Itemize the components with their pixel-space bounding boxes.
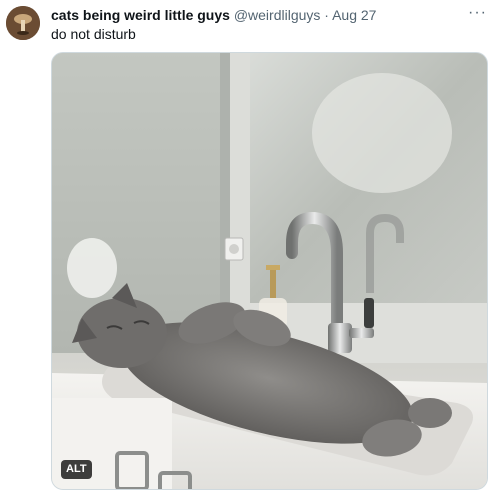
tweet[interactable]: cats being weird little guys @weirdlilgu…	[0, 0, 501, 500]
display-name[interactable]: cats being weird little guys	[51, 7, 230, 23]
more-options-icon[interactable]: ···	[468, 4, 487, 22]
avatar-image	[6, 6, 40, 40]
alt-text-badge[interactable]: ALT	[61, 460, 92, 479]
tweet-header: cats being weird little guys @weirdlilgu…	[51, 7, 461, 24]
separator-dot: ·	[324, 7, 329, 23]
cat-in-sink-photo	[52, 53, 487, 489]
user-handle[interactable]: @weirdlilguys	[234, 7, 321, 23]
avatar[interactable]	[6, 6, 40, 40]
tweet-text: do not disturb	[51, 26, 136, 42]
tweet-date[interactable]: Aug 27	[332, 7, 376, 23]
tweet-media[interactable]: ALT	[51, 52, 488, 490]
